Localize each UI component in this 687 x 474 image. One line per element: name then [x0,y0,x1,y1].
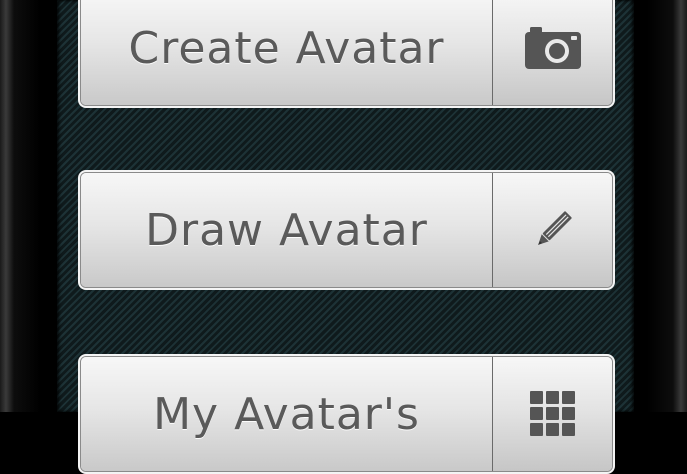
create-avatar-button[interactable]: Create Avatar [78,0,615,108]
create-avatar-label: Create Avatar [128,22,445,74]
camera-icon [524,25,582,71]
my-avatars-button[interactable]: My Avatar's [78,354,615,474]
create-avatar-icon-area[interactable] [493,0,612,105]
my-avatars-label: My Avatar's [153,388,420,440]
create-avatar-main[interactable]: Create Avatar [81,0,493,105]
draw-avatar-label: Draw Avatar [145,204,428,256]
grid-icon [528,389,578,439]
draw-avatar-main[interactable]: Draw Avatar [81,173,493,287]
draw-avatar-icon-area[interactable] [493,173,612,287]
my-avatars-main[interactable]: My Avatar's [81,357,493,471]
my-avatars-button-body: My Avatar's [80,356,613,472]
my-avatars-icon-area[interactable] [493,357,612,471]
pencil-icon [529,206,577,254]
draw-avatar-button[interactable]: Draw Avatar [78,170,615,290]
device-frame: Create Avatar Draw Avatar My Avatar's [0,0,687,474]
create-avatar-button-body: Create Avatar [80,0,613,106]
draw-avatar-button-body: Draw Avatar [80,172,613,288]
